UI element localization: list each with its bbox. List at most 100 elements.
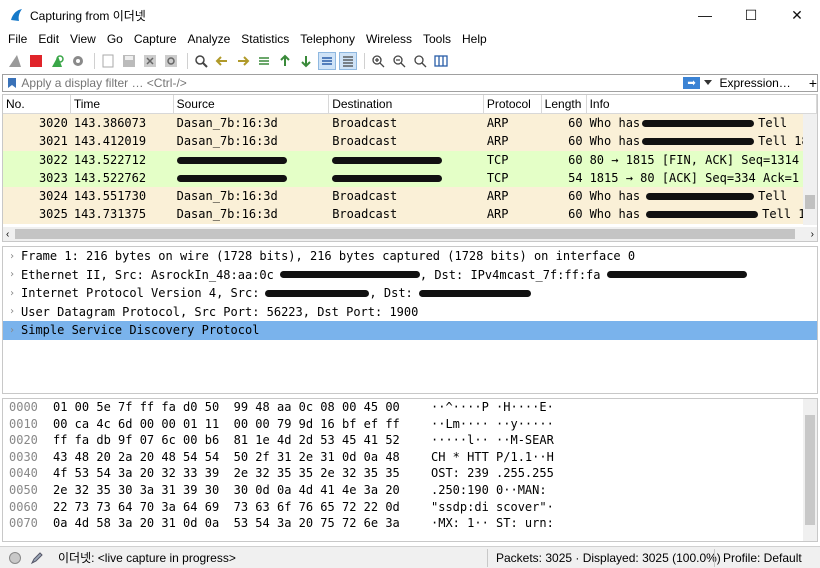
resize-columns-button[interactable] (432, 52, 450, 70)
find-packet-button[interactable] (192, 52, 210, 70)
byte-hex[interactable]: 2e 32 35 30 3a 31 39 30 30 0d 0a 4d 41 4… (51, 482, 427, 499)
menu-tools[interactable]: Tools (419, 32, 455, 46)
byte-offset[interactable]: 0050 (3, 482, 51, 499)
chevron-right-icon[interactable]: › (3, 288, 21, 299)
byte-offset[interactable]: 0040 (3, 465, 51, 482)
byte-offset[interactable]: 0030 (3, 449, 51, 466)
byte-ascii[interactable]: OST: 239 .255.255 (427, 465, 567, 482)
add-filter-button[interactable]: + (809, 75, 817, 91)
auto-scroll-button[interactable] (318, 52, 336, 70)
zoom-out-button[interactable] (390, 52, 408, 70)
detail-row-frame[interactable]: › Frame 1: 216 bytes on wire (1728 bits)… (3, 247, 817, 266)
menu-go[interactable]: Go (103, 32, 127, 46)
expression-button[interactable]: Expression… (719, 76, 790, 90)
close-button[interactable]: ✕ (774, 0, 820, 30)
packet-row[interactable]: 3022 143.522712 TCP 60 80 → 1815 [FIN, ACK] … (3, 150, 817, 169)
byte-offset[interactable]: 0000 (3, 399, 51, 416)
stop-capture-button[interactable] (27, 52, 45, 70)
packet-protocol: ARP (486, 189, 509, 204)
byte-ascii[interactable]: ··Lm···· ··y····· (427, 416, 567, 433)
restart-capture-button[interactable] (48, 52, 66, 70)
start-capture-button[interactable] (6, 52, 24, 70)
menu-statistics[interactable]: Statistics (237, 32, 293, 46)
byte-ascii[interactable]: .250:190 0··MAN: (427, 482, 567, 499)
reload-file-button[interactable] (162, 52, 180, 70)
chevron-right-icon[interactable]: › (3, 306, 21, 317)
byte-hex[interactable]: ff fa db 9f 07 6c 00 b6 81 1e 4d 2d 53 4… (51, 432, 427, 449)
packet-row[interactable]: 3021 143.412019 Dasan_7b:16:3d Broadcast ARP… (3, 132, 817, 151)
packet-row[interactable]: 3023 143.522762 TCP 54 1815 → 80 [ACK] Seq=3… (3, 168, 817, 188)
zoom-in-button[interactable] (369, 52, 387, 70)
byte-offset[interactable]: 0010 (3, 416, 51, 433)
packet-list-hscroll-thumb[interactable] (15, 229, 795, 239)
filter-bookmark-button[interactable] (6, 76, 17, 90)
column-header-info[interactable]: Info (587, 95, 817, 113)
packet-row[interactable]: 3024 143.551730 Dasan_7b:16:3d Broadcast ARP… (3, 187, 817, 206)
maximize-button[interactable]: ☐ (728, 0, 774, 30)
byte-hex[interactable]: 00 ca 4c 6d 00 00 01 11 00 00 79 9d 16 b… (51, 416, 427, 433)
menu-file[interactable]: File (4, 32, 31, 46)
packet-list-scroll-thumb[interactable] (805, 195, 815, 209)
menu-telephony[interactable]: Telephony (296, 32, 359, 46)
byte-hex[interactable]: 4f 53 54 3a 20 32 33 39 2e 32 35 35 2e 3… (51, 465, 427, 482)
last-packet-button[interactable] (297, 52, 315, 70)
bytes-scroll-thumb[interactable] (805, 415, 815, 525)
go-to-packet-button[interactable] (255, 52, 273, 70)
byte-hex[interactable]: 43 48 20 2a 20 48 54 54 50 2f 31 2e 31 0… (51, 449, 427, 466)
open-file-button[interactable] (99, 52, 117, 70)
byte-hex[interactable]: 22 73 73 64 70 3a 64 69 73 63 6f 76 65 7… (51, 499, 427, 516)
byte-ascii[interactable]: ·MX: 1·· ST: urn: (427, 515, 567, 532)
byte-offset[interactable]: 0060 (3, 499, 51, 516)
packet-info-tail: Tell (758, 116, 788, 130)
minimize-button[interactable]: — (682, 0, 728, 30)
profile-selector[interactable]: Profile: Default (714, 548, 802, 567)
chevron-left-icon[interactable]: ‹ (6, 229, 9, 240)
chevron-right-icon[interactable]: › (3, 269, 21, 280)
byte-offset[interactable]: 0020 (3, 432, 51, 449)
capture-comment-icon[interactable] (30, 551, 44, 565)
byte-ascii[interactable]: "ssdp:di scover"· (427, 499, 567, 516)
byte-hex[interactable]: 0a 4d 58 3a 20 31 0d 0a 53 54 3a 20 75 7… (51, 515, 427, 532)
column-header-length[interactable]: Length (542, 95, 587, 113)
colorize-button[interactable] (339, 52, 357, 70)
apply-filter-button[interactable]: ➡ (683, 77, 700, 89)
column-header-no[interactable]: No. (3, 95, 71, 113)
column-header-protocol[interactable]: Protocol (484, 95, 542, 113)
packet-info-text: Who has (589, 207, 641, 222)
byte-ascii[interactable]: CH * HTT P/1.1··H (427, 449, 567, 466)
menu-edit[interactable]: Edit (34, 32, 63, 46)
filter-history-dropdown[interactable] (703, 78, 714, 88)
column-header-destination[interactable]: Destination (329, 95, 484, 113)
capture-options-button[interactable] (69, 52, 87, 70)
menu-wireless[interactable]: Wireless (362, 32, 416, 46)
save-file-button[interactable] (120, 52, 138, 70)
detail-row-ethernet[interactable]: › Ethernet II, Src: AsrockIn_48:aa:0c , … (3, 266, 817, 285)
detail-row-ssdp[interactable]: › Simple Service Discovery Protocol (3, 321, 817, 340)
packet-source: Dasan_7b:16:3d (176, 134, 278, 149)
detail-row-ipv4[interactable]: › Internet Protocol Version 4, Src: , Ds… (3, 284, 817, 303)
menu-analyze[interactable]: Analyze (184, 32, 235, 46)
byte-ascii[interactable]: ·····l·· ··M-SEAR (427, 432, 567, 449)
menu-capture[interactable]: Capture (130, 32, 181, 46)
menu-view[interactable]: View (66, 32, 100, 46)
chevron-right-icon[interactable]: › (3, 251, 21, 262)
go-back-button[interactable] (213, 52, 231, 70)
column-header-time[interactable]: Time (71, 95, 174, 113)
close-file-button[interactable] (141, 52, 159, 70)
normal-size-button[interactable] (411, 52, 429, 70)
expert-info-icon[interactable] (8, 551, 22, 565)
detail-row-udp[interactable]: › User Datagram Protocol, Src Port: 5622… (3, 303, 817, 322)
byte-offset[interactable]: 0070 (3, 515, 51, 532)
byte-row: 0070 0a 4d 58 3a 20 31 0d 0a 53 54 3a 20 … (3, 515, 817, 532)
chevron-right-icon[interactable]: › (811, 229, 814, 240)
first-packet-button[interactable] (276, 52, 294, 70)
byte-hex[interactable]: 01 00 5e 7f ff fa d0 50 99 48 aa 0c 08 0… (51, 399, 427, 416)
packet-row[interactable]: 3025 143.731375 Dasan_7b:16:3d Broadcast ARP… (3, 205, 817, 224)
menu-help[interactable]: Help (458, 32, 491, 46)
go-forward-button[interactable] (234, 52, 252, 70)
display-filter-input[interactable] (17, 76, 658, 90)
chevron-right-icon[interactable]: › (3, 325, 21, 336)
byte-ascii[interactable]: ··^····P ·H····E· (427, 399, 567, 416)
packet-row[interactable]: 3020 143.386073 Dasan_7b:16:3d Broadcast ARP… (3, 114, 817, 133)
column-header-source[interactable]: Source (174, 95, 330, 113)
